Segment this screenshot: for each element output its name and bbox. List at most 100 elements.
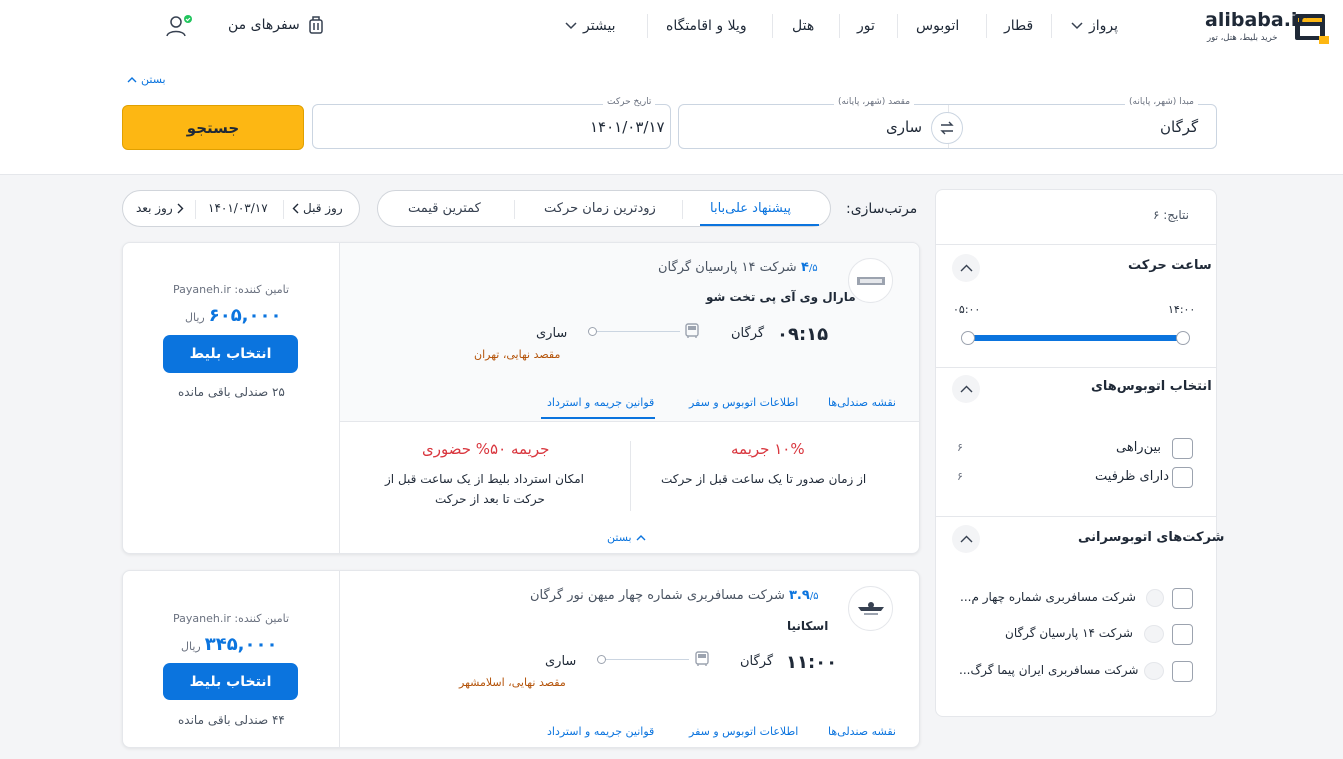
search-collapse-link[interactable]: بستن xyxy=(127,73,166,86)
sort-divider xyxy=(514,200,515,219)
swap-arrows-icon xyxy=(939,121,955,135)
filter-divider xyxy=(936,244,1216,245)
select-ticket-button[interactable]: انتخاب بلیط xyxy=(163,335,298,373)
company-label-3: شرکت مسافربری ایران پیما گرگ... xyxy=(959,663,1139,677)
tab-refund-rules[interactable]: قوانین جریمه و استرداد xyxy=(547,396,654,409)
logo-subtitle: خرید بلیط، هتل، تور xyxy=(1207,33,1278,43)
filter-divider xyxy=(936,516,1216,517)
filter-available-label: دارای ظرفیت xyxy=(1095,469,1170,484)
seats-remaining: ۲۵ صندلی باقی مانده xyxy=(178,385,285,399)
bus-company-logo-icon xyxy=(856,599,886,619)
penalty-b-title: جریمه ۵۰% حضوری xyxy=(422,440,550,458)
company-logo xyxy=(848,586,893,631)
menu-train[interactable]: قطار xyxy=(1004,18,1033,34)
menu-flight[interactable]: پرواز xyxy=(1071,18,1118,34)
chevron-up-icon xyxy=(960,385,973,393)
route-end-dot xyxy=(588,327,597,336)
company-label-2: شرکت ۱۴ پارسیان گرگان xyxy=(1005,626,1133,640)
menu-villa[interactable]: ویلا و اقامتگاه xyxy=(666,18,747,34)
search-button[interactable]: جستجو xyxy=(122,105,304,150)
sort-recommended-tab[interactable]: پیشنهاد علی‌بابا xyxy=(710,201,791,216)
menu-hotel[interactable]: هتل xyxy=(792,18,814,34)
card-tabs-divider xyxy=(340,421,919,422)
chevron-up-icon xyxy=(960,535,973,543)
supplier: تامین کننده: Payaneh.ir xyxy=(173,283,290,296)
logo[interactable]: alibaba.ir خرید بلیط، هتل، تور xyxy=(1205,8,1335,46)
time-range-max-handle[interactable] xyxy=(1176,331,1190,345)
card-collapse-link[interactable]: بستن xyxy=(607,531,646,544)
origin-label: مبدا (شهر، پایانه) xyxy=(1125,97,1198,107)
menu-divider xyxy=(1051,14,1052,38)
bus-companies-toggle[interactable] xyxy=(952,525,980,553)
user-account-icon[interactable] xyxy=(165,14,195,38)
current-day: ۱۴۰۱/۰۳/۱۷ xyxy=(208,201,268,215)
time-range-min: ۰۵:۰۰ xyxy=(953,303,981,316)
menu-more[interactable]: بیشتر xyxy=(565,18,616,34)
bus-icon xyxy=(695,651,709,667)
destination-input[interactable]: ساری xyxy=(886,118,922,136)
tab-seat-map[interactable]: نقشه صندلی‌ها xyxy=(828,725,896,738)
route-line xyxy=(592,331,680,332)
seats-remaining: ۴۴ صندلی باقی مانده xyxy=(178,713,285,727)
time-range-min-handle[interactable] xyxy=(961,331,975,345)
menu-divider xyxy=(772,14,773,38)
final-destination: مقصد نهایی، تهران xyxy=(474,348,561,361)
tab-bus-info[interactable]: اطلاعات اتوبوس و سفر xyxy=(689,725,798,738)
chevron-right-icon xyxy=(177,203,184,214)
company-checkbox-2[interactable] xyxy=(1172,624,1193,645)
menu-tour[interactable]: تور xyxy=(857,18,875,34)
date-label: تاریخ حرکت xyxy=(603,97,656,107)
card-divider xyxy=(339,571,340,747)
company-checkbox-3[interactable] xyxy=(1172,661,1193,682)
destination-city: ساری xyxy=(536,326,568,341)
penalty-b-text: امکان استرداد بلیط از یک ساعت قبل از xyxy=(385,472,584,486)
penalty-b-text: حرکت تا بعد از حرکت xyxy=(435,492,545,506)
filter-intercity-checkbox[interactable] xyxy=(1172,438,1193,459)
menu-divider xyxy=(897,14,898,38)
bus-type-toggle[interactable] xyxy=(952,375,980,403)
origin-city: گرگان xyxy=(740,654,774,669)
tab-seat-map[interactable]: نقشه صندلی‌ها xyxy=(828,396,896,409)
bus-companies-title: شرکت‌های اتوبوسرانی xyxy=(1078,530,1225,545)
sort-active-indicator xyxy=(700,224,819,226)
previous-day-button[interactable]: روز قبل xyxy=(292,201,343,215)
swap-button[interactable] xyxy=(931,112,963,144)
menu-bus[interactable]: اتوبوس xyxy=(916,18,959,34)
card-summary-bg xyxy=(340,243,919,421)
filter-divider xyxy=(936,367,1216,368)
company-checkbox-1[interactable] xyxy=(1172,588,1193,609)
chevron-left-icon xyxy=(292,203,299,214)
penalty-a-text: از زمان صدور تا یک ساعت قبل از حرکت xyxy=(661,472,867,486)
filter-available-checkbox[interactable] xyxy=(1172,467,1193,488)
bus-model: اسکانیا xyxy=(787,619,829,633)
penalty-divider xyxy=(630,441,631,511)
sort-cheapest-tab[interactable]: کمترین قیمت xyxy=(408,201,481,216)
origin-input[interactable]: گرگان xyxy=(1160,118,1198,136)
my-trips-link[interactable]: سفرهای من xyxy=(228,15,324,35)
results-count: نتایج: ۶ xyxy=(1153,208,1190,222)
company-name: شرکت مسافربری شماره چهار میهن نور گرگان xyxy=(530,588,785,603)
company-logo-icon xyxy=(1146,589,1164,607)
chevron-down-icon xyxy=(565,22,577,30)
sort-earliest-tab[interactable]: زودترین زمان حرکت xyxy=(544,201,656,216)
next-day-button[interactable]: روز بعد xyxy=(136,201,184,215)
destination-label: مقصد (شهر، پایانه) xyxy=(834,97,915,107)
departure-time: ۰۹:۱۵ xyxy=(777,324,829,345)
active-tab-indicator xyxy=(541,417,655,419)
date-input[interactable]: ۱۴۰۱/۰۳/۱۷ xyxy=(590,118,665,136)
tab-bus-info[interactable]: اطلاعات اتوبوس و سفر xyxy=(689,396,798,409)
chevron-up-icon xyxy=(960,264,973,272)
sort-label: مرتب‌سازی: xyxy=(846,201,918,217)
select-ticket-button[interactable]: انتخاب بلیط xyxy=(163,663,298,700)
route-end-dot xyxy=(597,655,606,664)
penalty-a-title: ۱۰% جریمه xyxy=(731,440,805,458)
company-name: شرکت ۱۴ پارسیان گرگان xyxy=(658,260,797,275)
menu-divider xyxy=(986,14,987,38)
departure-time-toggle[interactable] xyxy=(952,254,980,282)
bus-model: مارال وی آی پی تخت شو xyxy=(706,290,856,304)
time-range-track xyxy=(968,335,1183,341)
tab-refund-rules[interactable]: قوانین جریمه و استرداد xyxy=(547,725,654,738)
company-logo-icon xyxy=(1144,625,1164,643)
origin-city: گرگان xyxy=(731,326,765,341)
chevron-up-icon xyxy=(127,76,137,83)
